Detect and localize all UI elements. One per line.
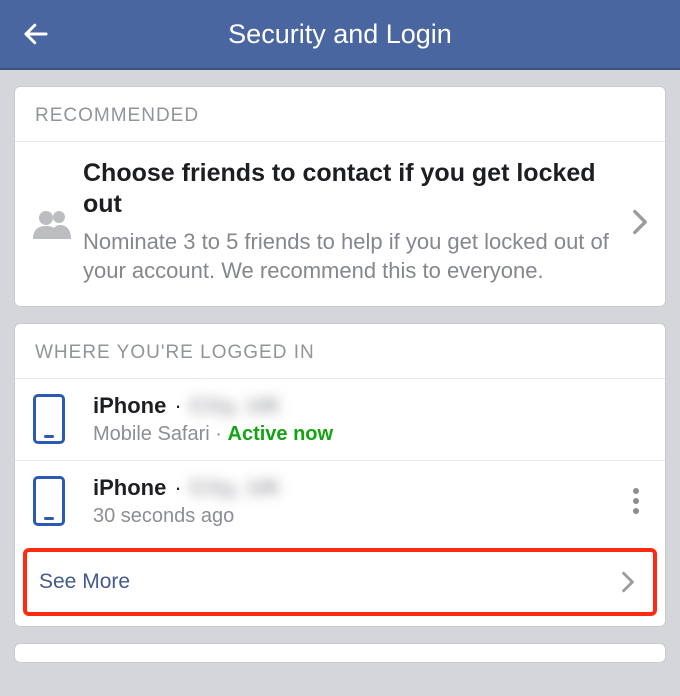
session-more-button[interactable] (621, 488, 651, 514)
recommended-section-label: RECOMMENDED (15, 87, 665, 142)
session-status: Active now (228, 423, 334, 445)
back-button[interactable] (16, 14, 56, 54)
recommended-card: RECOMMENDED Choose friends to contact if… (14, 86, 666, 307)
session-device: iPhone (93, 393, 166, 419)
next-card-peek (14, 643, 666, 663)
app-header: Security and Login (0, 0, 680, 70)
trusted-contacts-text: Choose friends to contact if you get loc… (83, 158, 625, 286)
session-row[interactable]: iPhone · City, UK Mobile Safari · Active… (15, 379, 665, 461)
more-vertical-icon (633, 488, 639, 494)
trusted-contacts-row[interactable]: Choose friends to contact if you get loc… (15, 142, 665, 306)
session-device: iPhone (93, 475, 166, 501)
see-more-button[interactable]: See More (27, 552, 653, 612)
device-phone-icon (33, 394, 93, 444)
see-more-label: See More (39, 570, 613, 594)
session-text: iPhone · City, UK 30 seconds ago (93, 475, 621, 528)
device-phone-icon (33, 476, 93, 526)
session-location: City, UK (190, 393, 282, 419)
session-text: iPhone · City, UK Mobile Safari · Active… (93, 393, 651, 446)
back-arrow-icon (21, 19, 51, 49)
page-title: Security and Login (0, 19, 680, 50)
friends-icon (33, 205, 83, 239)
session-row[interactable]: iPhone · City, UK 30 seconds ago (15, 461, 665, 542)
session-location: City, UK (190, 475, 282, 501)
chevron-right-icon (613, 571, 643, 593)
session-client: Mobile Safari (93, 423, 210, 445)
trusted-contacts-subtitle: Nominate 3 to 5 friends to help if you g… (83, 227, 619, 286)
session-status: 30 seconds ago (93, 505, 234, 527)
logged-in-card: WHERE YOU'RE LOGGED IN iPhone · City, UK… (14, 323, 666, 627)
trusted-contacts-title: Choose friends to contact if you get loc… (83, 158, 619, 221)
see-more-highlight: See More (23, 548, 657, 616)
logged-in-section-label: WHERE YOU'RE LOGGED IN (15, 324, 665, 379)
chevron-right-icon (625, 209, 655, 235)
